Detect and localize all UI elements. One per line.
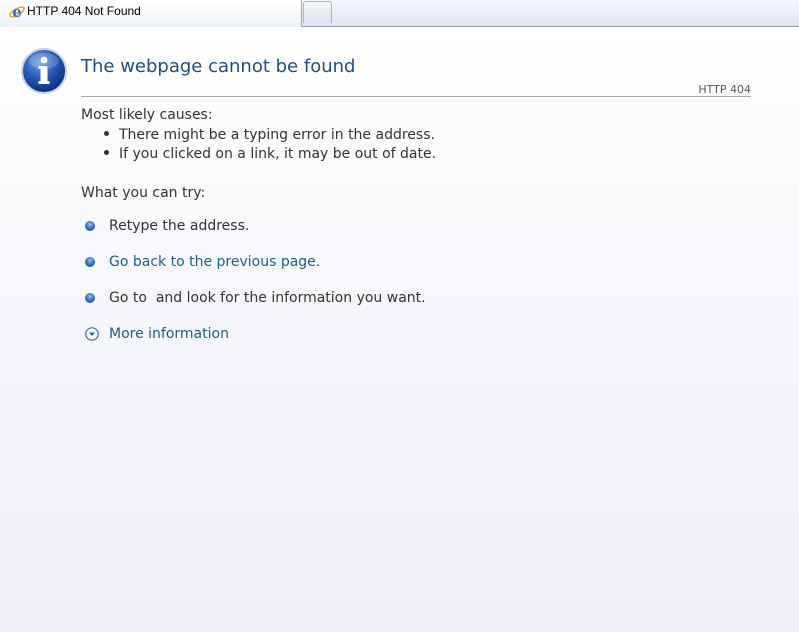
svg-text:e: e <box>12 3 22 21</box>
try-text-retype: Retype the address. <box>109 218 250 234</box>
page-title: The webpage cannot be found <box>81 56 356 77</box>
bullet-dot <box>104 150 109 155</box>
bullet-dot <box>104 131 109 136</box>
cause-item: If you clicked on a link, it may be out … <box>104 146 436 162</box>
more-information-link[interactable]: More information <box>109 326 229 342</box>
cause-text: If you clicked on a link, it may be out … <box>119 146 437 162</box>
blue-bullet-icon <box>85 257 95 267</box>
blue-bullet-icon <box>85 293 95 303</box>
new-tab-button[interactable] <box>303 1 332 23</box>
info-icon <box>21 48 67 94</box>
page-content: The webpage cannot be found HTTP 404 Mos… <box>0 28 799 632</box>
try-heading: What you can try: <box>81 185 206 201</box>
go-back-link[interactable]: Go back to the previous page. <box>109 254 320 270</box>
chevron-down-circle-icon[interactable] <box>85 327 99 341</box>
divider <box>81 96 751 97</box>
blue-bullet-icon <box>85 221 95 231</box>
tab-http-404[interactable]: e HTTP 404 Not Found <box>0 0 302 27</box>
internet-explorer-icon: e <box>9 3 25 21</box>
cause-item: There might be a typing error in the add… <box>104 127 435 143</box>
cause-text: There might be a typing error in the add… <box>119 127 435 143</box>
causes-heading: Most likely causes: <box>81 107 213 123</box>
try-text-go-to: Go to and look for the information you w… <box>109 290 426 306</box>
tab-strip: e HTTP 404 Not Found <box>0 0 799 27</box>
http-status-code: HTTP 404 <box>698 83 751 96</box>
tab-title: HTTP 404 Not Found <box>27 4 141 18</box>
